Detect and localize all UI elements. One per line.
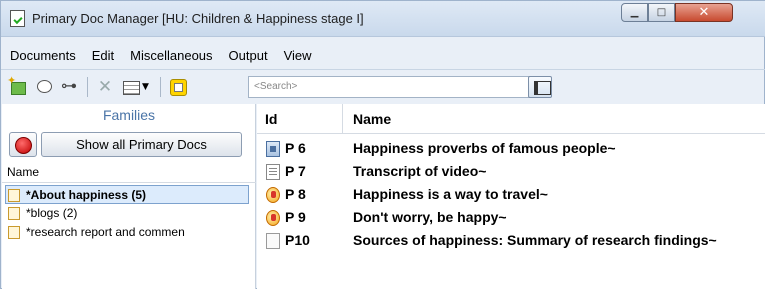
menu-edit[interactable]: Edit	[84, 45, 122, 67]
primary-doc-manager-window: Primary Doc Manager [HU: Children & Happ…	[0, 0, 765, 289]
connect-icon[interactable]	[61, 76, 79, 96]
table-row[interactable]: P 6 Happiness proverbs of famous people~	[257, 137, 765, 160]
stop-filter-button[interactable]	[9, 132, 37, 157]
title-bar[interactable]: Primary Doc Manager [HU: Children & Happ…	[1, 1, 765, 37]
code-icon[interactable]	[169, 78, 187, 96]
window-controls: ▁ □ ✕	[621, 3, 733, 23]
toolbar: ✕ ▼ <Search>	[1, 69, 765, 103]
toggle-panel-button[interactable]	[528, 76, 552, 98]
blank-doc-icon	[266, 233, 280, 249]
family-item[interactable]: *research report and commen	[2, 223, 256, 242]
app-checkbox-icon	[10, 10, 25, 27]
toolbar-separator	[87, 76, 88, 97]
column-header-name[interactable]: Name	[343, 104, 765, 134]
minimize-button[interactable]: ▁	[621, 3, 648, 22]
toolbar-separator	[160, 76, 161, 97]
families-list: *About happiness (5) *blogs (2) *researc…	[2, 185, 256, 242]
grid-icon[interactable]	[122, 78, 140, 96]
table-row[interactable]: P 8 Happiness is a way to travel~	[257, 183, 765, 206]
close-button[interactable]: ✕	[675, 3, 733, 22]
primary-docs-pane: Id Name P 6 Happiness proverbs of famous…	[257, 104, 765, 289]
video-doc-icon	[266, 141, 280, 157]
menu-miscellaneous[interactable]: Miscellaneous	[122, 45, 220, 67]
family-item[interactable]: *About happiness (5)	[5, 185, 249, 204]
doc-name: Happiness is a way to travel~	[353, 186, 548, 202]
text-doc-icon	[266, 164, 280, 180]
comment-icon[interactable]	[35, 78, 53, 96]
family-item[interactable]: *blogs (2)	[2, 204, 256, 223]
show-all-primary-docs-button[interactable]: Show all Primary Docs	[41, 132, 242, 157]
families-title: Families	[102, 107, 156, 123]
menu-bar: Documents Edit Miscellaneous Output View	[1, 45, 765, 67]
menu-output[interactable]: Output	[221, 45, 276, 67]
doc-name: Happiness proverbs of famous people~	[353, 140, 616, 156]
table-row[interactable]: P10 Sources of happiness: Summary of res…	[257, 229, 765, 252]
delete-icon[interactable]: ✕	[96, 78, 114, 96]
doc-name: Don't worry, be happy~	[353, 209, 507, 225]
doc-id: P10	[285, 232, 310, 248]
primary-docs-list: P 6 Happiness proverbs of famous people~…	[257, 137, 765, 252]
doc-id: P 9	[285, 209, 306, 225]
family-icon	[8, 226, 20, 239]
table-row[interactable]: P 7 Transcript of video~	[257, 160, 765, 183]
new-doc-icon[interactable]	[7, 74, 27, 96]
family-icon	[8, 189, 20, 202]
doc-id: P 8	[285, 186, 306, 202]
families-name-header[interactable]: Name	[2, 161, 256, 183]
audio-doc-icon	[266, 210, 280, 226]
audio-doc-icon	[266, 187, 280, 203]
families-pane: Families Show all Primary Docs Name *Abo…	[2, 104, 256, 289]
maximize-button[interactable]: □	[648, 3, 675, 22]
family-label: *blogs (2)	[26, 206, 78, 220]
table-row[interactable]: P 9 Don't worry, be happy~	[257, 206, 765, 229]
column-header-id[interactable]: Id	[257, 104, 343, 134]
window-title: Primary Doc Manager [HU: Children & Happ…	[32, 11, 364, 26]
search-input[interactable]: <Search>	[248, 76, 538, 98]
doc-id: P 6	[285, 140, 306, 156]
family-icon	[8, 207, 20, 220]
family-label: *research report and commen	[26, 225, 185, 239]
menu-documents[interactable]: Documents	[1, 45, 84, 67]
caret-down-icon[interactable]: ▼	[142, 78, 152, 96]
doc-name: Sources of happiness: Summary of researc…	[353, 232, 717, 248]
doc-id: P 7	[285, 163, 306, 179]
menu-view[interactable]: View	[276, 45, 320, 67]
family-label: *About happiness (5)	[26, 188, 147, 202]
doc-name: Transcript of video~	[353, 163, 487, 179]
